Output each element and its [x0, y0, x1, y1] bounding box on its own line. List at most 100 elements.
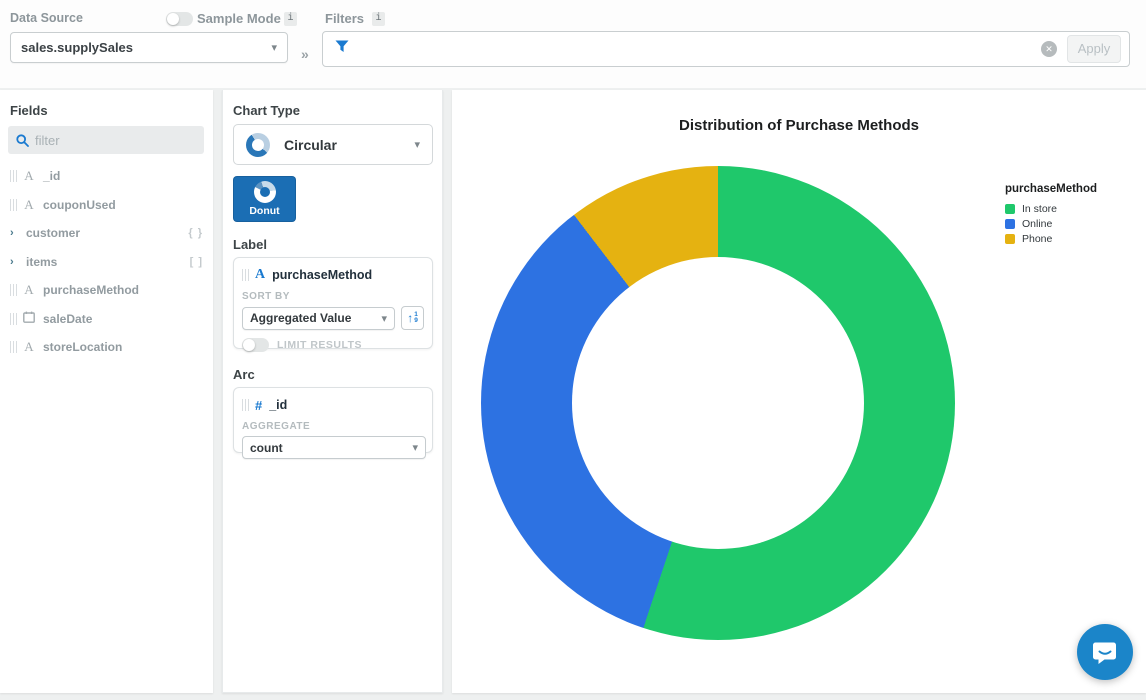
field-row-customer[interactable]: › customer { }: [0, 219, 213, 248]
field-list: A _id A couponUsed › customer { } › item…: [0, 162, 213, 362]
sort-arrow-icon: ↑: [407, 311, 413, 325]
string-type-icon: A: [23, 197, 35, 213]
chart-legend: purchaseMethod In store Online Phone: [1005, 183, 1097, 246]
clear-filter-button[interactable]: ✕: [1041, 41, 1057, 57]
string-type-icon: A: [23, 168, 35, 184]
topbar: Data Source Sample Mode i Filters i sale…: [0, 0, 1146, 88]
sort-direction-button[interactable]: ↑ 19: [401, 306, 424, 330]
label-encoding-card: A purchaseMethod SORT BY Aggregated Valu…: [233, 257, 433, 349]
donut-subtype-button[interactable]: Donut: [233, 176, 296, 222]
chart-title: Distribution of Purchase Methods: [452, 117, 1146, 134]
arc-field-name: _id: [269, 398, 287, 412]
drag-handle-icon: [10, 313, 17, 325]
donut-chart-icon: [254, 181, 276, 203]
toggle-knob: [243, 339, 255, 351]
label-field-name: purchaseMethod: [272, 268, 372, 282]
aggregate-label: AGGREGATE: [242, 421, 424, 432]
legend-label: Online: [1022, 218, 1052, 230]
field-filter-input[interactable]: [35, 133, 175, 148]
sample-mode-info-icon[interactable]: i: [284, 12, 297, 26]
field-row-purchasemethod[interactable]: A purchaseMethod: [0, 276, 213, 305]
filters-label: Filters: [325, 11, 364, 26]
chart-type-value: Circular: [284, 137, 414, 153]
arc-section-title: Arc: [233, 367, 255, 382]
sort-by-label: SORT BY: [242, 291, 424, 302]
fields-panel: Fields A _id A couponUsed › customer { }: [0, 90, 213, 693]
apply-button[interactable]: Apply: [1067, 35, 1121, 63]
filters-info-icon[interactable]: i: [372, 12, 385, 26]
data-source-label: Data Source: [10, 11, 83, 25]
chart-type-label: Chart Type: [233, 103, 300, 118]
legend-title: purchaseMethod: [1005, 183, 1097, 195]
expand-chevron-icon[interactable]: ›: [10, 227, 18, 239]
expand-chevron-icon[interactable]: ›: [10, 256, 18, 268]
data-source-select[interactable]: sales.supplySales ▾: [10, 32, 288, 63]
object-type-badge: { }: [188, 227, 203, 239]
label-section-title: Label: [233, 237, 267, 252]
funnel-icon: [335, 40, 349, 58]
collapse-panel-button[interactable]: »: [301, 46, 309, 62]
legend-item: Online: [1005, 216, 1097, 231]
drag-handle-icon: [10, 284, 17, 296]
field-row-saledate[interactable]: saleDate: [0, 305, 213, 334]
legend-item: Phone: [1005, 231, 1097, 246]
field-row-storelocation[interactable]: A storeLocation: [0, 333, 213, 362]
string-type-icon: A: [23, 339, 35, 355]
aggregate-select[interactable]: count ▾: [242, 436, 426, 459]
circular-chart-icon: [246, 133, 270, 157]
field-search-box[interactable]: [8, 126, 204, 154]
chart-preview-panel: Distribution of Purchase Methods purchas…: [452, 90, 1146, 693]
chevron-down-icon: ▾: [271, 41, 277, 54]
sort-numeric-icon: 19: [414, 312, 418, 325]
chart-builder-app: Data Source Sample Mode i Filters i sale…: [0, 0, 1146, 700]
drag-handle-icon: [10, 170, 17, 182]
toggle-knob: [167, 13, 179, 25]
chart-type-select[interactable]: Circular ▾: [233, 124, 433, 165]
sample-mode-label: Sample Mode: [197, 11, 281, 26]
legend-swatch-online: [1005, 219, 1015, 229]
legend-label: In store: [1022, 203, 1057, 215]
sort-by-value: Aggregated Value: [250, 311, 382, 325]
limit-results-label: LIMIT RESULTS: [277, 339, 362, 351]
limit-results-toggle[interactable]: [242, 338, 269, 352]
drag-handle-icon: [242, 399, 249, 411]
field-name: storeLocation: [43, 340, 122, 354]
arc-field-chip[interactable]: # _id: [242, 395, 424, 415]
donut-chart: [481, 166, 955, 640]
drag-handle-icon: [10, 199, 17, 211]
chevron-down-icon: ▾: [412, 441, 418, 454]
field-row-id[interactable]: A _id: [0, 162, 213, 191]
legend-label: Phone: [1022, 233, 1052, 245]
array-type-badge: [ ]: [190, 256, 203, 268]
aggregate-value: count: [250, 441, 412, 455]
label-field-chip[interactable]: A purchaseMethod: [242, 265, 424, 285]
string-type-icon: A: [255, 267, 265, 283]
legend-swatch-in-store: [1005, 204, 1015, 214]
filter-bar[interactable]: ✕ Apply: [322, 31, 1130, 67]
sort-by-select[interactable]: Aggregated Value ▾: [242, 307, 395, 330]
field-name: saleDate: [43, 312, 92, 326]
field-row-couponused[interactable]: A couponUsed: [0, 191, 213, 220]
field-name: customer: [26, 226, 80, 240]
drag-handle-icon: [10, 341, 17, 353]
chat-bubble-icon: [1092, 639, 1118, 665]
chevron-down-icon: ▾: [382, 312, 388, 325]
field-row-items[interactable]: › items [ ]: [0, 248, 213, 277]
donut-subtype-label: Donut: [249, 205, 279, 217]
search-icon: [16, 134, 29, 147]
filter-input[interactable]: [355, 42, 1041, 57]
number-type-icon: #: [255, 398, 262, 413]
field-name: _id: [43, 169, 60, 183]
legend-item: In store: [1005, 201, 1097, 216]
arc-encoding-card: # _id AGGREGATE count ▾: [233, 387, 433, 453]
sample-mode-toggle[interactable]: [166, 12, 193, 26]
field-name: items: [26, 255, 57, 269]
date-type-icon: [23, 311, 35, 327]
field-name: purchaseMethod: [43, 283, 139, 297]
chat-launcher-button[interactable]: [1077, 624, 1133, 680]
encoding-panel: Chart Type Circular ▾ Donut Label A purc…: [222, 90, 443, 693]
string-type-icon: A: [23, 282, 35, 298]
data-source-value: sales.supplySales: [21, 40, 271, 55]
chevron-down-icon: ▾: [414, 138, 420, 151]
fields-title: Fields: [10, 103, 48, 118]
